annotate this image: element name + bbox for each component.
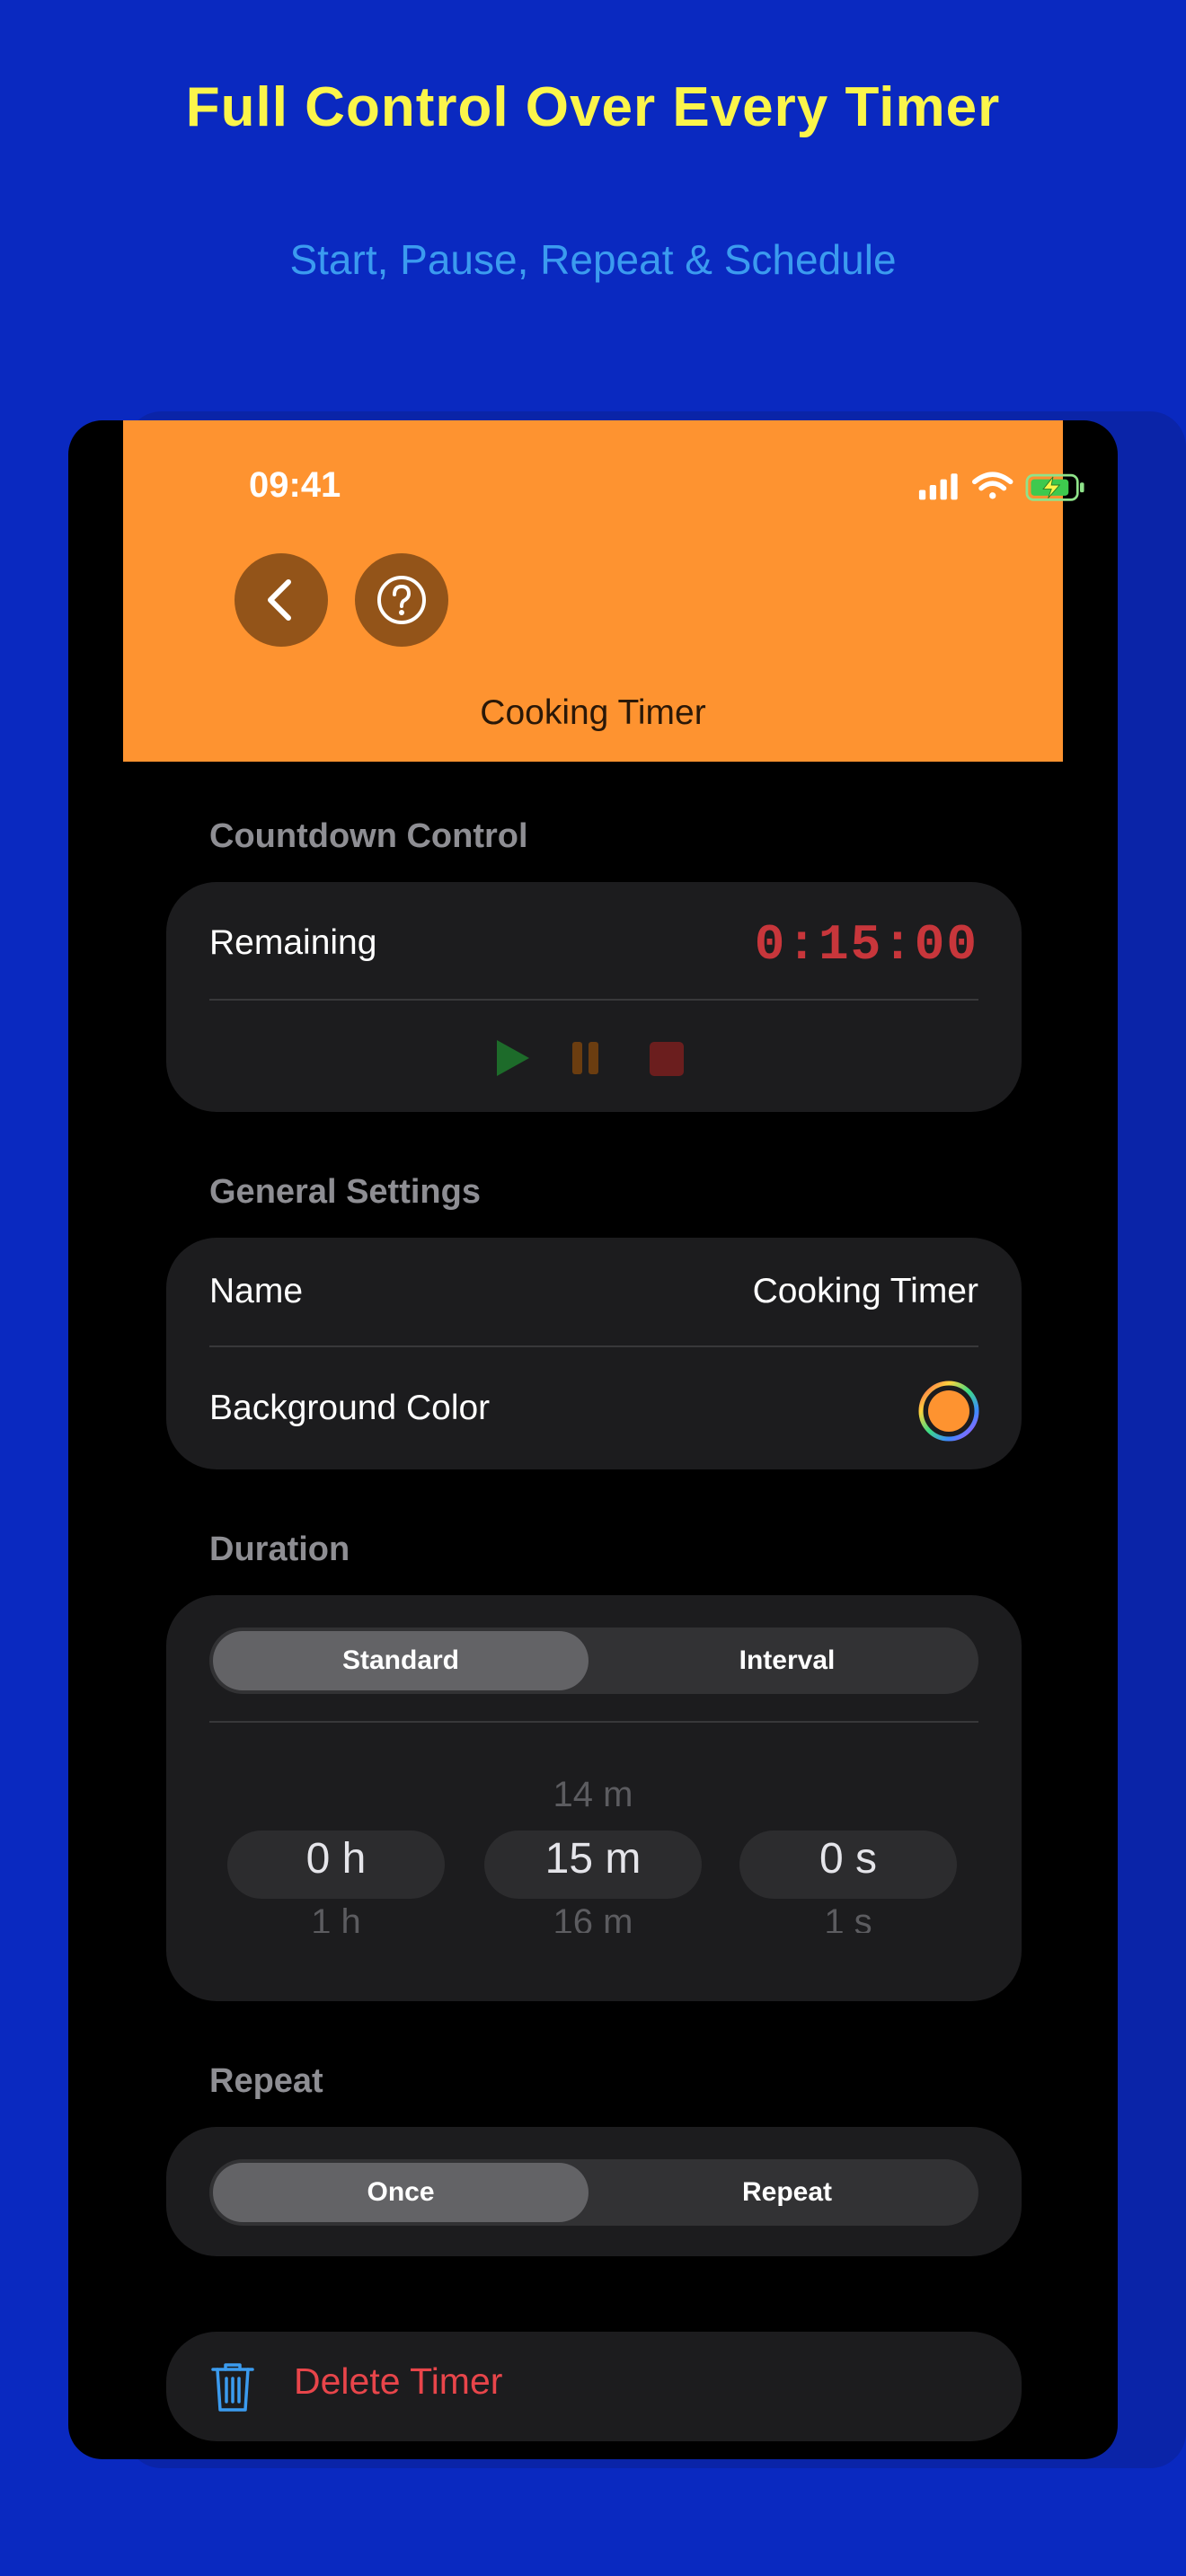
segment-interval[interactable]: Interval: [599, 1631, 975, 1690]
minutes-selected: 15 m: [544, 1835, 642, 1883]
play-icon[interactable]: [497, 1040, 529, 1076]
divider: [209, 999, 978, 1001]
screen-title: Cooking Timer: [480, 693, 706, 732]
chevron-left-icon: [268, 579, 291, 621]
section-label-countdown: Countdown Control: [209, 817, 528, 855]
status-icons: [918, 472, 1084, 501]
seconds-selected: 0 s: [819, 1835, 878, 1883]
duration-card: Standard Interval 14 m 0 h 15 m 0 s 1 h …: [166, 1595, 1022, 2001]
segment-repeat[interactable]: Repeat: [599, 2163, 975, 2222]
timer-header: 09:41 Cooking Timer: [123, 420, 1084, 762]
general-card: Name Cooking Timer Background Color: [166, 1238, 1022, 1469]
back-button[interactable]: [235, 553, 328, 647]
help-button[interactable]: [355, 553, 448, 647]
segment-once[interactable]: Once: [213, 2163, 589, 2222]
repeat-segmented: Once Repeat: [209, 2159, 978, 2226]
question-circle-icon: [377, 576, 426, 624]
remaining-label: Remaining: [209, 923, 377, 962]
name-label: Name: [209, 1272, 304, 1310]
stop-icon[interactable]: [650, 1042, 684, 1076]
phone-screen: 09:41 Cooking Timer Countdown Control Re…: [68, 420, 1118, 2459]
section-label-repeat: Repeat: [209, 2062, 323, 2100]
section-label-duration: Duration: [209, 1531, 350, 1568]
duration-mode-segmented: Standard Interval: [209, 1628, 978, 1694]
battery-charging-icon: [1025, 473, 1084, 501]
remaining-value: 0:15:00: [754, 916, 978, 974]
section-label-general: General Settings: [209, 1173, 481, 1211]
countdown-card: Remaining 0:15:00: [166, 882, 1022, 1112]
minutes-below: 16 m: [553, 1902, 633, 1933]
signal-icon: [918, 473, 958, 500]
wifi-icon: [972, 472, 1013, 499]
bg-color-label: Background Color: [209, 1389, 491, 1427]
status-time: 09:41: [249, 465, 341, 505]
marketing-subheadline: Start, Pause, Repeat & Schedule: [289, 236, 897, 283]
pause-icon[interactable]: [572, 1042, 598, 1074]
divider: [209, 1721, 978, 1723]
divider: [209, 1345, 978, 1347]
seconds-below: 1 s: [824, 1902, 872, 1933]
name-value[interactable]: Cooking Timer: [753, 1272, 978, 1311]
minutes-above: 14 m: [553, 1775, 633, 1814]
color-picker-swatch[interactable]: [917, 1380, 980, 1442]
repeat-card: Once Repeat: [166, 2127, 1022, 2256]
playback-controls: [497, 1040, 684, 1076]
delete-timer-label: Delete Timer: [294, 2360, 503, 2402]
hours-below: 1 h: [311, 1902, 361, 1933]
segment-standard[interactable]: Standard: [213, 1631, 589, 1690]
hours-selected: 0 h: [305, 1835, 367, 1883]
delete-timer-button[interactable]: Delete Timer: [166, 2332, 1022, 2441]
marketing-headline: Full Control Over Every Timer: [185, 76, 1001, 138]
trash-icon: [211, 2363, 254, 2412]
